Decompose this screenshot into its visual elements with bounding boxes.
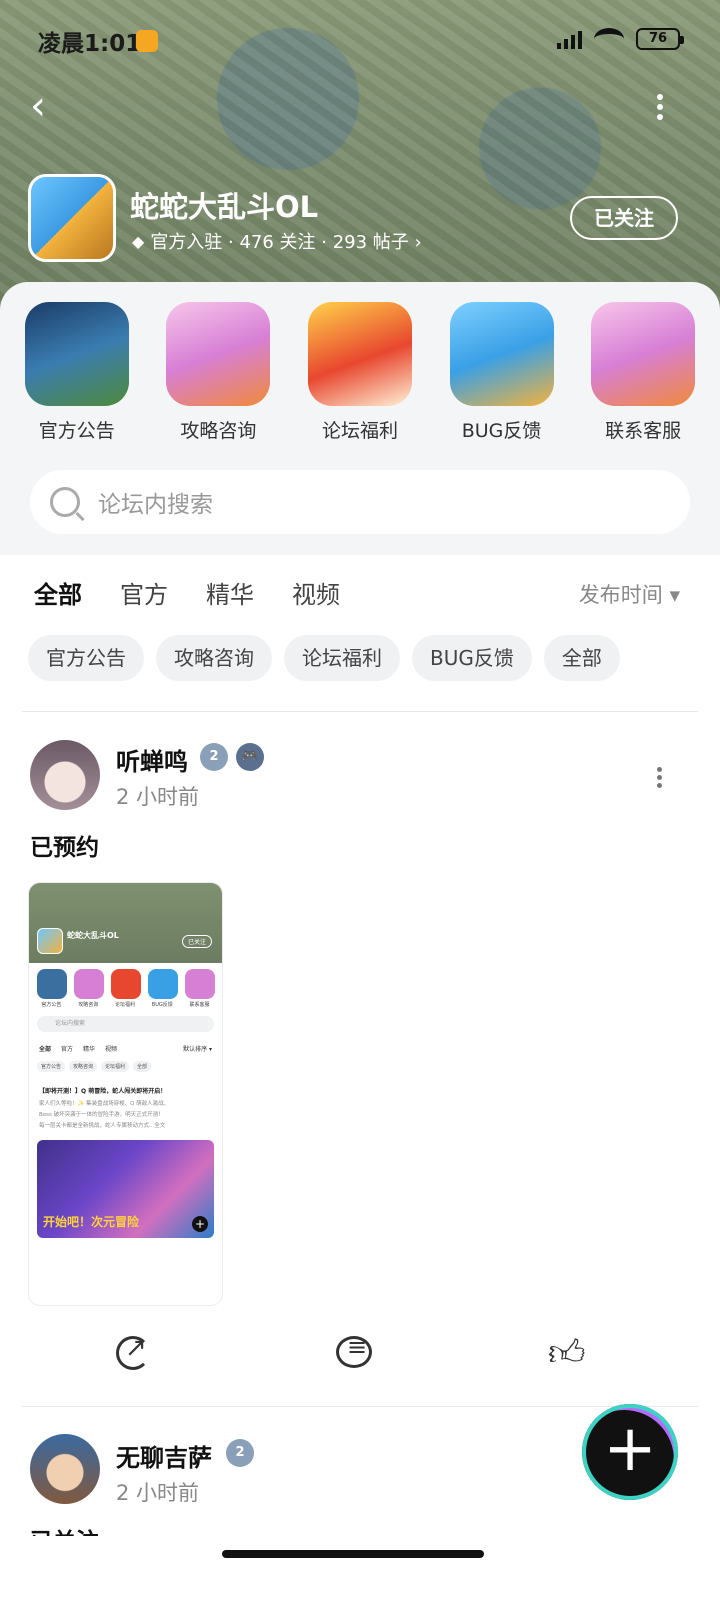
status-time: 凌晨1:01 bbox=[38, 31, 142, 57]
thumb-shortcuts bbox=[29, 963, 222, 1001]
filter-chips: 官方公告 攻略咨询 论坛福利 BUG反馈 全部 bbox=[28, 635, 620, 681]
thumb-header: 蛇蛇大乱斗OL 已关注 bbox=[29, 883, 222, 963]
shortcut-row: 官方公告 攻略咨询 论坛福利 BUG反馈 联系客服 bbox=[0, 302, 720, 443]
game-meta[interactable]: ◆ 官方入驻 · 476 关注 · 293 帖子 › bbox=[132, 228, 422, 254]
thumb-post-body: 家人们久等啦！✨ 集装盘战场穿梭、Q 萌敌人激战、 Boss 破坏突袭于一体的冒… bbox=[39, 1101, 170, 1129]
share-icon bbox=[116, 1333, 150, 1370]
avatar[interactable] bbox=[30, 740, 100, 810]
shortcut-guide[interactable]: 攻略咨询 bbox=[153, 302, 283, 443]
comment-button[interactable] bbox=[336, 1333, 376, 1376]
shortcut-label: 官方公告 bbox=[38, 420, 115, 442]
tab-video[interactable]: 视频 bbox=[292, 575, 340, 610]
post-time: 2 小时前 bbox=[116, 785, 200, 809]
post-time: 2 小时前 bbox=[116, 1481, 200, 1505]
home-indicator[interactable] bbox=[222, 1550, 484, 1558]
tab-featured[interactable]: 精华 bbox=[206, 575, 254, 610]
thumb-search: 论坛内搜索 bbox=[37, 1016, 214, 1032]
avatar[interactable] bbox=[30, 1434, 100, 1504]
meta-text: 官方入驻 · 476 关注 · 293 帖子 › bbox=[150, 232, 422, 253]
shortcut-support[interactable]: 联系客服 bbox=[578, 302, 708, 443]
thumb-tabs: 全部 官方 精华 视频 默认排序 ▾ bbox=[39, 1046, 212, 1053]
post-username[interactable]: 无聊吉萨 bbox=[116, 1438, 212, 1473]
notification-icon bbox=[136, 30, 158, 52]
comment-icon bbox=[336, 1333, 372, 1368]
search-placeholder: 论坛内搜索 bbox=[98, 492, 213, 518]
like-button[interactable]: 👍︎ bbox=[548, 1336, 588, 1376]
post-actions: 👍︎ bbox=[0, 1333, 720, 1386]
sort-dropdown[interactable]: 发布时间 ▾ bbox=[579, 579, 680, 609]
post-text: 已预约 bbox=[30, 835, 99, 861]
chip-welfare[interactable]: 论坛福利 bbox=[284, 635, 400, 681]
game-title: 蛇蛇大乱斗OL bbox=[130, 190, 319, 224]
post-username[interactable]: 听蝉鸣 bbox=[116, 742, 188, 777]
chip-bug[interactable]: BUG反馈 bbox=[412, 635, 532, 681]
shortcut-official-notice[interactable]: 官方公告 bbox=[12, 302, 142, 443]
tab-all[interactable]: 全部 bbox=[34, 575, 82, 612]
signal-icon bbox=[557, 29, 582, 49]
search-input[interactable]: 论坛内搜索 bbox=[30, 470, 690, 534]
thumb-game-icon bbox=[37, 928, 63, 954]
thumbs-up-icon: 👍︎ bbox=[548, 1333, 586, 1374]
game-icon[interactable] bbox=[28, 174, 116, 262]
follow-button[interactable]: 已关注 bbox=[570, 196, 678, 240]
thumb-plus-icon: + bbox=[192, 1216, 208, 1232]
more-options-icon[interactable] bbox=[650, 90, 670, 130]
post-more-icon[interactable] bbox=[655, 764, 663, 794]
status-icons: 76 bbox=[557, 28, 684, 50]
battery-icon: 76 bbox=[636, 28, 684, 50]
gamepad-badge-icon: 🎮 bbox=[236, 743, 264, 771]
shortcut-image bbox=[24, 302, 129, 406]
chip-all[interactable]: 全部 bbox=[543, 635, 620, 681]
thumb-art: 开始吧！次元冒险 + bbox=[37, 1140, 214, 1238]
thumb-title: 蛇蛇大乱斗OL bbox=[67, 931, 119, 940]
divider bbox=[22, 711, 698, 712]
post-text: 已关注 bbox=[30, 1522, 99, 1536]
wifi-icon bbox=[594, 28, 624, 50]
shortcut-image bbox=[449, 302, 554, 406]
feed-tabs: 全部 官方 精华 视频 bbox=[34, 575, 340, 612]
shortcut-label: 论坛福利 bbox=[321, 420, 398, 442]
shortcut-image bbox=[166, 302, 271, 406]
create-post-button[interactable]: + bbox=[582, 1404, 678, 1500]
shortcut-label: 攻略咨询 bbox=[180, 420, 257, 442]
back-icon[interactable]: ‹ bbox=[30, 86, 70, 126]
shortcut-image bbox=[591, 302, 696, 406]
chip-guide[interactable]: 攻略咨询 bbox=[156, 635, 272, 681]
thumb-post-title: 【即将开测！】Q 萌冒险，蛇人闯关即将开启！ bbox=[39, 1088, 167, 1095]
shortcut-label: BUG反馈 bbox=[461, 420, 542, 442]
level-badge-icon: 2 bbox=[226, 1439, 254, 1467]
thumb-chips: 官方公告 攻略咨询 论坛福利 全部 bbox=[29, 1057, 222, 1076]
share-button[interactable] bbox=[116, 1333, 156, 1376]
shortcut-image bbox=[307, 302, 412, 406]
shortcut-welfare[interactable]: 论坛福利 bbox=[295, 302, 425, 443]
chip-official-notice[interactable]: 官方公告 bbox=[28, 635, 144, 681]
thumb-shortcut-labels: 官方公告 攻略咨询 论坛福利 BUG反馈 联系客服 bbox=[41, 1002, 210, 1008]
verified-diamond-icon: ◆ bbox=[132, 231, 145, 251]
post-image[interactable]: 蛇蛇大乱斗OL 已关注 官方公告 攻略咨询 论坛福利 BUG反馈 联系客服 论坛内搜索 … bbox=[28, 882, 223, 1306]
tab-official[interactable]: 官方 bbox=[120, 575, 168, 610]
status-bar: 凌晨1:01 76 bbox=[0, 22, 720, 62]
search-icon bbox=[50, 487, 80, 517]
shortcut-bug-report[interactable]: BUG反馈 bbox=[437, 302, 567, 443]
thumb-follow: 已关注 bbox=[181, 935, 212, 948]
shortcut-label: 联系客服 bbox=[605, 420, 682, 442]
divider bbox=[22, 1406, 698, 1407]
thumb-art-text: 开始吧！次元冒险 bbox=[43, 1215, 140, 1229]
level-badge-icon: 2 bbox=[200, 743, 228, 771]
